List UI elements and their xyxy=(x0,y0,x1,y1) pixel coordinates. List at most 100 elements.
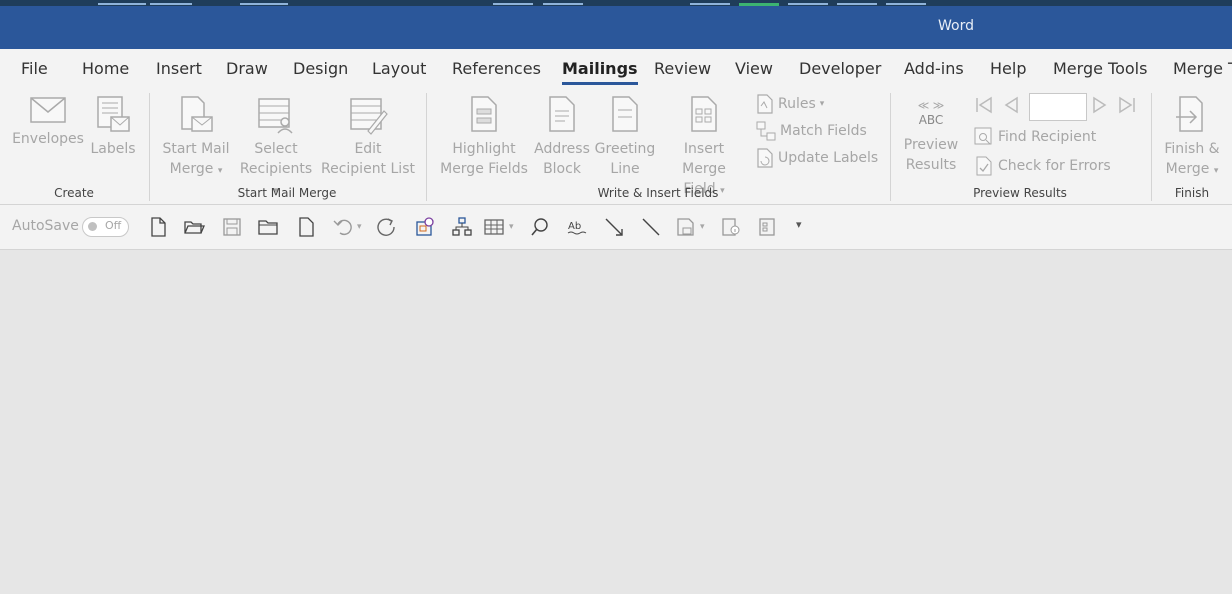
group-label-preview-results: Preview Results xyxy=(973,186,1067,200)
undo-icon[interactable] xyxy=(332,216,354,238)
highlight-merge-fields-icon xyxy=(471,96,497,132)
match-fields-button[interactable]: Match Fields xyxy=(756,121,867,141)
edit-recipient-list-button[interactable]: Edit Recipient List xyxy=(320,95,416,179)
tab-merge-tools-2[interactable]: Merge T xyxy=(1173,59,1232,78)
text-box-icon[interactable] xyxy=(675,216,697,238)
open-folder-icon[interactable] xyxy=(183,216,205,238)
rules-button[interactable]: Rules ▾ xyxy=(756,94,824,114)
customize-toolbar-icon[interactable]: ▾ xyxy=(796,218,802,231)
tab-insert[interactable]: Insert xyxy=(156,59,202,78)
highlight-merge-fields-button[interactable]: Highlight Merge Fields xyxy=(436,95,532,179)
last-record-icon[interactable] xyxy=(1117,96,1137,114)
tab-home[interactable]: Home xyxy=(82,59,129,78)
envelope-icon xyxy=(30,97,66,123)
previous-record-icon[interactable] xyxy=(1002,96,1020,114)
tab-layout[interactable]: Layout xyxy=(372,59,426,78)
group-separator xyxy=(426,93,427,201)
tab-design[interactable]: Design xyxy=(293,59,348,78)
org-chart-icon[interactable] xyxy=(451,216,473,238)
form-icon[interactable] xyxy=(756,216,778,238)
match-fields-icon xyxy=(756,121,776,141)
redo-icon[interactable] xyxy=(376,216,398,238)
group-label-write-insert-fields: Write & Insert Fields xyxy=(597,186,719,200)
page-icon[interactable] xyxy=(295,216,317,238)
tab-references[interactable]: References xyxy=(452,59,541,78)
table-icon[interactable] xyxy=(483,216,505,238)
search-icon[interactable] xyxy=(529,216,551,238)
address-block-button[interactable]: Address Block xyxy=(532,95,592,179)
update-labels-button[interactable]: Update Labels xyxy=(756,148,878,168)
line-icon[interactable] xyxy=(640,216,662,238)
table-dropdown-icon[interactable]: ▾ xyxy=(509,222,514,232)
start-mail-merge-button[interactable]: Start Mail Merge ▾ xyxy=(158,95,234,181)
app-title: Word xyxy=(938,18,974,34)
finish-merge-icon xyxy=(1176,96,1203,132)
insert-merge-field-label-1: Insert Merge xyxy=(682,141,726,177)
check-for-errors-button[interactable]: Check for Errors xyxy=(974,156,1111,176)
address-block-label-2: Block xyxy=(543,161,581,177)
ribbon: Envelopes Labels Create Start Mail Merge… xyxy=(0,89,1232,205)
new-document-icon[interactable] xyxy=(147,216,169,238)
labels-label: Labels xyxy=(90,141,136,157)
select-recipients-label-1: Select xyxy=(254,141,298,157)
folder-icon[interactable] xyxy=(257,216,279,238)
match-fields-label: Match Fields xyxy=(780,123,867,139)
save-icon[interactable] xyxy=(221,216,243,238)
greeting-line-button[interactable]: Greeting Line xyxy=(594,95,656,179)
tab-add-ins[interactable]: Add-ins xyxy=(904,59,964,78)
check-for-errors-label: Check for Errors xyxy=(998,158,1111,174)
preview-results-button[interactable]: ≪ ≫ ABC Preview Results xyxy=(900,95,962,175)
taskbar-indicator xyxy=(837,3,877,5)
tab-merge-tools[interactable]: Merge Tools xyxy=(1053,59,1147,78)
tab-file[interactable]: File xyxy=(21,59,48,78)
labels-button[interactable]: Labels xyxy=(88,95,138,159)
group-separator xyxy=(890,93,891,201)
group-label-finish: Finish xyxy=(1174,186,1210,200)
check-for-errors-icon xyxy=(976,156,992,176)
address-block-label-1: Address xyxy=(534,141,590,157)
greeting-line-label-1: Greeting xyxy=(594,141,656,157)
rules-icon xyxy=(757,94,773,114)
edit-recipient-list-icon xyxy=(350,98,388,135)
abc-icon: ABC xyxy=(918,113,944,127)
undo-dropdown-icon[interactable]: ▾ xyxy=(357,222,362,232)
highlight-merge-fields-label-1: Highlight xyxy=(452,141,516,157)
spelling-icon[interactable]: Ab xyxy=(566,216,588,238)
chevron-left-right-icon: ≪ ≫ xyxy=(917,99,945,112)
title-bar: Word xyxy=(0,6,1232,49)
rules-label: Rules xyxy=(778,96,816,112)
greeting-line-label-2: Line xyxy=(610,161,640,177)
add-in-icon[interactable] xyxy=(414,216,436,238)
group-label-start-mail-merge: Start Mail Merge xyxy=(237,186,337,200)
taskbar-indicator xyxy=(98,3,146,5)
taskbar-indicator xyxy=(240,3,288,5)
tab-review[interactable]: Review xyxy=(654,59,711,78)
ribbon-tabs: File Home Insert Draw Design Layout Refe… xyxy=(0,49,1232,89)
address-block-icon xyxy=(549,96,575,132)
line-arrow-icon[interactable] xyxy=(603,216,625,238)
find-recipient-button[interactable]: Find Recipient xyxy=(974,127,1096,147)
finish-merge-label-1: Finish & xyxy=(1164,141,1220,157)
greeting-line-icon xyxy=(612,96,638,132)
document-area xyxy=(0,250,1232,594)
first-record-icon[interactable] xyxy=(974,96,994,114)
edit-recipient-list-label-1: Edit xyxy=(354,141,382,157)
tab-view[interactable]: View xyxy=(735,59,773,78)
tab-draw[interactable]: Draw xyxy=(226,59,268,78)
envelopes-button[interactable]: Envelopes xyxy=(10,95,86,149)
document-info-icon[interactable] xyxy=(720,216,742,238)
autosave-toggle[interactable]: Off xyxy=(82,217,129,237)
taskbar-indicator xyxy=(150,3,192,5)
tab-mailings[interactable]: Mailings xyxy=(562,59,638,85)
finish-merge-button[interactable]: Finish & Merge ▾ xyxy=(1160,95,1224,181)
start-mail-merge-label-1: Start Mail xyxy=(162,141,230,157)
start-mail-merge-label-2: Merge xyxy=(169,161,214,177)
record-number-input[interactable] xyxy=(1029,93,1087,121)
tab-help[interactable]: Help xyxy=(990,59,1026,78)
tab-developer[interactable]: Developer xyxy=(799,59,881,78)
taskbar-indicator xyxy=(788,3,828,5)
next-record-icon[interactable] xyxy=(1091,96,1109,114)
update-labels-label: Update Labels xyxy=(778,150,879,166)
text-box-dropdown-icon[interactable]: ▾ xyxy=(700,222,705,232)
autosave-label: AutoSave xyxy=(12,218,79,234)
